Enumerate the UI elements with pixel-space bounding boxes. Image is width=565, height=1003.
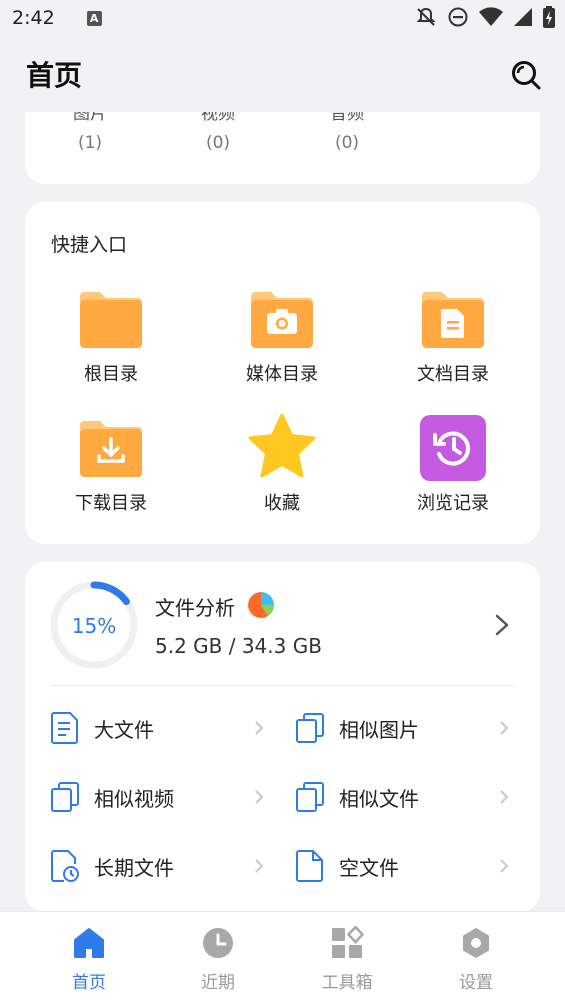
- storage-size: 5.2 GB / 34.3 GB: [155, 634, 322, 658]
- tool-similar-videos[interactable]: 相似视频: [50, 777, 265, 817]
- status-time: 2:42: [12, 7, 55, 29]
- category-audio[interactable]: 音频 (0): [302, 112, 392, 153]
- nav-label: 工具箱: [321, 973, 373, 993]
- do-not-disturb-icon: [448, 7, 468, 27]
- large-file-icon: [51, 712, 78, 744]
- quick-item-label: 下载目录: [75, 493, 147, 514]
- media-category-card: 图片 (1) 视频 (0) 音频 (0): [25, 112, 540, 184]
- battery-charging-icon: [543, 6, 555, 28]
- tool-empty-files[interactable]: 空文件: [295, 846, 510, 886]
- wifi-icon: [479, 7, 503, 27]
- tool-large-files[interactable]: 大文件: [50, 708, 265, 748]
- signal-icon: [514, 8, 532, 26]
- chevron-right-icon: [500, 790, 509, 804]
- folder-icon: [80, 292, 142, 348]
- download-folder-icon: [80, 421, 142, 477]
- chevron-right-icon: [495, 614, 509, 636]
- notification-icon: A: [86, 10, 102, 26]
- tool-label: 相似文件: [339, 786, 419, 811]
- chevron-right-icon: [500, 859, 509, 873]
- quick-entry-card: 快捷入口 根目录 媒体目录 文档目录 下载目录 收藏 浏览记录: [25, 202, 540, 544]
- similar-files-icon: [296, 782, 324, 812]
- category-label: 图片: [73, 112, 107, 124]
- settings-icon: [463, 928, 489, 958]
- category-videos[interactable]: 视频 (0): [173, 112, 263, 153]
- file-analysis-title: 文件分析: [155, 596, 235, 620]
- quick-item-history[interactable]: 浏览记录: [383, 413, 523, 515]
- quick-item-documents[interactable]: 文档目录: [383, 284, 523, 386]
- tool-similar-images[interactable]: 相似图片: [295, 708, 510, 748]
- quick-item-favorites[interactable]: 收藏: [212, 413, 352, 515]
- empty-file-icon: [296, 850, 323, 882]
- nav-label: 首页: [72, 973, 106, 993]
- app-bar: 首页: [0, 36, 565, 112]
- tool-old-files[interactable]: 长期文件: [50, 846, 265, 886]
- nav-recent[interactable]: 近期: [168, 926, 268, 993]
- quick-item-label: 根目录: [84, 364, 138, 385]
- nav-home[interactable]: 首页: [39, 926, 139, 993]
- category-count: (1): [77, 133, 103, 153]
- status-icons: [415, 6, 555, 28]
- tool-label: 大文件: [94, 717, 154, 742]
- quick-item-media[interactable]: 媒体目录: [212, 284, 352, 386]
- camera-folder-icon: [251, 292, 313, 348]
- quick-item-label: 媒体目录: [246, 364, 318, 385]
- clock-icon: [203, 928, 233, 958]
- pie-chart-icon: [248, 592, 275, 618]
- similar-videos-icon: [51, 782, 79, 812]
- category-label: 音频: [330, 112, 364, 124]
- document-folder-icon: [422, 292, 484, 348]
- history-icon: [420, 415, 486, 481]
- tool-label: 相似视频: [94, 786, 174, 811]
- category-count: (0): [205, 133, 231, 153]
- search-icon: [512, 61, 541, 90]
- nav-toolbox[interactable]: 工具箱: [297, 925, 397, 993]
- nav-label: 近期: [201, 973, 235, 993]
- tool-label: 长期文件: [94, 855, 174, 880]
- quick-item-label: 收藏: [264, 493, 300, 514]
- home-icon: [74, 928, 104, 958]
- category-count: (0): [334, 133, 360, 153]
- tool-similar-files[interactable]: 相似文件: [295, 777, 510, 817]
- chevron-right-icon: [500, 721, 509, 735]
- nav-settings[interactable]: 设置: [426, 926, 526, 993]
- quick-entry-title: 快捷入口: [51, 234, 128, 256]
- divider: [50, 685, 515, 686]
- chevron-right-icon: [255, 790, 264, 804]
- page-title: 首页: [26, 59, 83, 92]
- chevron-right-icon: [255, 859, 264, 873]
- quick-item-downloads[interactable]: 下载目录: [41, 413, 181, 515]
- bottom-navigation: 首页 近期 工具箱 设置: [0, 911, 565, 1003]
- storage-percent: 15%: [71, 614, 117, 638]
- tool-label: 空文件: [339, 855, 399, 880]
- dnd-bell-off-icon: [416, 7, 436, 26]
- status-bar: 2:42 A: [0, 0, 565, 36]
- chevron-right-icon: [255, 721, 264, 735]
- tool-label: 相似图片: [339, 717, 419, 742]
- similar-images-icon: [296, 713, 324, 743]
- toolbox-icon: [332, 925, 365, 958]
- old-file-icon: [51, 850, 79, 882]
- category-label: 视频: [201, 112, 235, 124]
- star-icon: [248, 413, 316, 478]
- quick-item-root[interactable]: 根目录: [41, 284, 181, 386]
- category-images[interactable]: 图片 (1): [45, 112, 135, 153]
- quick-item-label: 文档目录: [417, 364, 489, 385]
- search-button[interactable]: [509, 58, 543, 92]
- nav-label: 设置: [459, 973, 493, 993]
- quick-item-label: 浏览记录: [417, 493, 489, 514]
- file-analysis-card: 15% 文件分析 5.2 GB / 34.3 GB 大文件 相似图片 相似视频 …: [25, 562, 540, 912]
